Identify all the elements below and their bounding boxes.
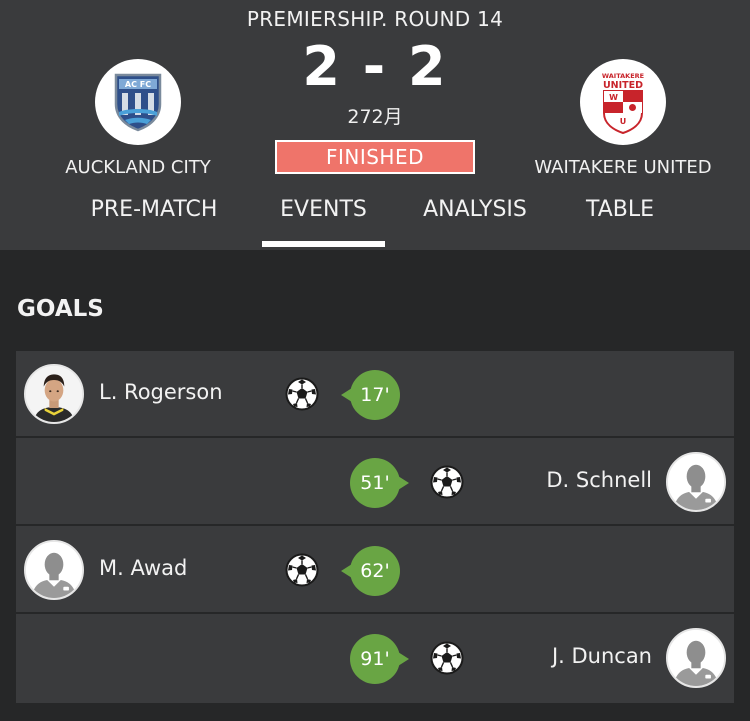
soccer-ball-icon	[285, 553, 319, 587]
tab-pre-match[interactable]: PRE-MATCH	[70, 197, 238, 250]
tab-table[interactable]: TABLE	[570, 197, 670, 250]
away-team-name[interactable]: WAITAKERE UNITED	[523, 157, 723, 178]
soccer-ball-icon	[430, 641, 464, 675]
auckland-city-crest-icon: AC FC	[114, 73, 162, 132]
goals-list: L. Rogerson 17' 51' D. Schnell M. Awad 6…	[16, 351, 734, 703]
svg-text:U: U	[620, 117, 627, 126]
player-avatar	[24, 364, 84, 424]
goal-row[interactable]: L. Rogerson 17'	[16, 351, 734, 438]
goal-scorer-name[interactable]: J. Duncan	[552, 644, 652, 668]
match-date: 272月	[347, 106, 403, 128]
active-tab-indicator	[262, 241, 385, 247]
avatar-placeholder-icon	[666, 452, 726, 512]
svg-text:AC FC: AC FC	[125, 80, 151, 89]
goals-section-title: GOALS	[17, 296, 104, 322]
crest-text-line1: WAITAKERE	[602, 72, 644, 80]
round-title: PREMIERSHIP. ROUND 14	[246, 7, 504, 31]
goal-minute: 51'	[350, 458, 409, 508]
svg-text:W: W	[609, 93, 618, 102]
home-team-logo[interactable]: AC FC	[95, 59, 181, 145]
goal-row[interactable]: M. Awad 62'	[16, 527, 734, 614]
match-score: 2 - 2	[302, 35, 448, 98]
soccer-ball-icon	[285, 377, 319, 411]
goal-minute: 91'	[350, 634, 409, 684]
goal-scorer-name[interactable]: L. Rogerson	[99, 380, 223, 404]
crest-text-line2: UNITED	[603, 80, 643, 91]
avatar-placeholder-icon	[666, 628, 726, 688]
tab-analysis[interactable]: ANALYSIS	[410, 197, 540, 250]
avatar-placeholder-icon	[24, 540, 84, 600]
match-header: PREMIERSHIP. ROUND 14 AC FC AUCKLAND CIT…	[0, 0, 750, 250]
waitakere-united-crest-icon: WAITAKERE UNITED W U	[602, 72, 644, 135]
goal-scorer-name[interactable]: M. Awad	[99, 556, 187, 580]
goal-minute: 17'	[341, 370, 400, 420]
goal-minute: 62'	[341, 546, 400, 596]
status-badge: FINISHED	[275, 140, 475, 174]
home-team-name[interactable]: AUCKLAND CITY	[40, 157, 236, 178]
goal-row[interactable]: 91' J. Duncan	[16, 615, 734, 702]
away-team-logo[interactable]: WAITAKERE UNITED W U	[580, 59, 666, 145]
soccer-ball-icon	[430, 465, 464, 499]
player-photo	[26, 366, 82, 422]
goal-row[interactable]: 51' D. Schnell	[16, 439, 734, 526]
goal-scorer-name[interactable]: D. Schnell	[546, 468, 652, 492]
